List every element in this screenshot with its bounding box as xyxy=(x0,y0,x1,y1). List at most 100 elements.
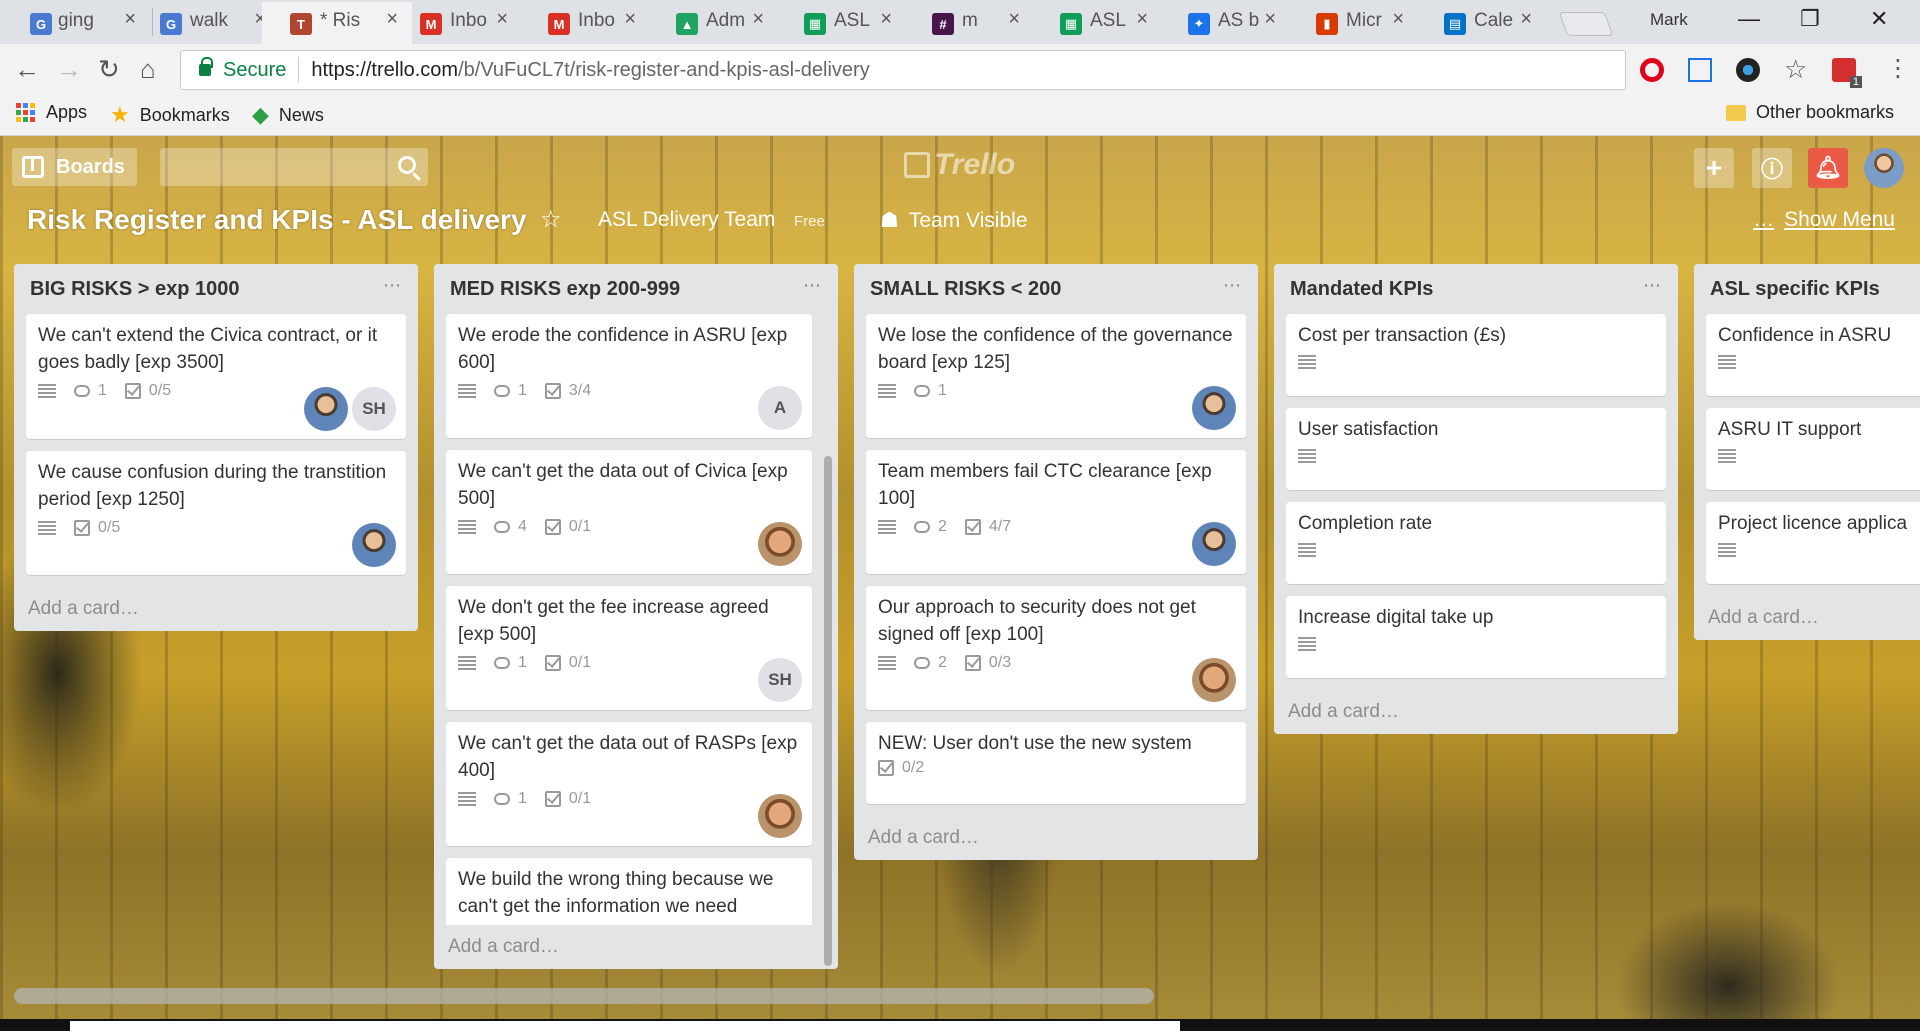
search-input[interactable] xyxy=(160,148,428,186)
show-menu-button[interactable]: … Show Menu xyxy=(1753,208,1895,232)
member-avatar[interactable] xyxy=(1192,386,1236,430)
close-tab-icon[interactable]: × xyxy=(386,8,398,31)
add-card-button[interactable]: Add a card… xyxy=(14,587,418,631)
member-avatar[interactable] xyxy=(1192,522,1236,566)
list-title[interactable]: SMALL RISKS < 200 xyxy=(870,278,1061,301)
close-tab-icon[interactable]: × xyxy=(496,8,508,31)
card[interactable]: ASRU IT support xyxy=(1706,408,1920,490)
card[interactable]: Confidence in ASRU xyxy=(1706,314,1920,396)
list-menu-icon[interactable]: ⋯ xyxy=(803,275,822,296)
list-header[interactable]: SMALL RISKS < 200 ⋯ xyxy=(854,264,1258,314)
profile-name[interactable]: Mark xyxy=(1650,10,1688,30)
opera-extension-icon[interactable] xyxy=(1640,58,1664,82)
boards-button[interactable]: Boards xyxy=(12,148,137,186)
member-avatar[interactable] xyxy=(758,522,802,566)
restore-icon[interactable]: ❐ xyxy=(1800,6,1820,32)
board-title[interactable]: Risk Register and KPIs - ASL delivery xyxy=(27,204,527,236)
chrome-menu-icon[interactable]: ⋮ xyxy=(1886,54,1910,82)
browser-tab[interactable]: ▲ Adm × xyxy=(648,2,778,44)
add-card-button[interactable]: Add a card… xyxy=(1274,690,1678,734)
browser-tab[interactable]: # m × xyxy=(904,2,1034,44)
new-tab-button[interactable] xyxy=(1558,12,1614,36)
user-avatar[interactable] xyxy=(1864,148,1904,188)
calendar-extension-icon[interactable]: 1 xyxy=(1832,58,1862,88)
close-tab-icon[interactable]: × xyxy=(1136,8,1148,31)
url-text[interactable]: https://trello.com/b/VuFuCL7t/risk-regis… xyxy=(311,59,869,82)
news-bookmark[interactable]: ◆ News xyxy=(252,102,324,128)
team-name[interactable]: ASL Delivery Team xyxy=(598,208,775,232)
close-tab-icon[interactable]: × xyxy=(752,8,764,31)
star-board-icon[interactable]: ☆ xyxy=(540,205,562,234)
card[interactable]: We cause confusion during the transtitio… xyxy=(26,451,406,575)
reload-icon[interactable]: ↻ xyxy=(98,54,120,85)
add-button[interactable]: + xyxy=(1694,148,1734,188)
list-title[interactable]: Mandated KPIs xyxy=(1290,278,1433,301)
card[interactable]: We build the wrong thing because we can'… xyxy=(446,858,812,925)
member-avatar[interactable] xyxy=(1192,658,1236,702)
list-menu-icon[interactable]: ⋯ xyxy=(383,275,402,296)
member-avatar[interactable] xyxy=(304,387,348,431)
add-card-button[interactable]: Add a card… xyxy=(854,816,1258,860)
list-header[interactable]: BIG RISKS > exp 1000 ⋯ xyxy=(14,264,418,314)
add-card-button[interactable]: Add a card… xyxy=(434,925,838,969)
visibility-button[interactable]: ☗ Team Visible xyxy=(880,208,1028,233)
camera-extension-icon[interactable] xyxy=(1736,58,1760,82)
list-menu-icon[interactable]: ⋯ xyxy=(1643,275,1662,296)
card[interactable]: Our approach to security does not get si… xyxy=(866,586,1246,710)
screen-capture-extension-icon[interactable] xyxy=(1688,58,1712,82)
member-avatar[interactable] xyxy=(758,794,802,838)
minimize-icon[interactable]: — xyxy=(1738,6,1760,32)
browser-tab[interactable]: G ging × xyxy=(0,2,150,44)
browser-tab[interactable]: ▤ Cale × xyxy=(1416,2,1546,44)
browser-tab[interactable]: M Inbo × xyxy=(520,2,650,44)
list-title[interactable]: BIG RISKS > exp 1000 xyxy=(30,278,240,301)
list-header[interactable]: MED RISKS exp 200-999 ⋯ xyxy=(434,264,838,314)
apps-bookmark[interactable]: Apps xyxy=(16,102,87,123)
browser-tab[interactable]: ▦ ASL × xyxy=(776,2,906,44)
browser-tab[interactable]: ✦ AS b × xyxy=(1160,2,1290,44)
card[interactable]: Completion rate xyxy=(1286,502,1666,584)
close-tab-icon[interactable]: × xyxy=(1520,8,1532,31)
add-card-button[interactable]: Add a card… xyxy=(1694,596,1920,640)
card[interactable]: Cost per transaction (£s) xyxy=(1286,314,1666,396)
trello-logo[interactable]: Trello xyxy=(904,148,1015,182)
back-arrow-icon[interactable]: ← xyxy=(14,54,40,85)
card[interactable]: User satisfaction xyxy=(1286,408,1666,490)
card[interactable]: Increase digital take up xyxy=(1286,596,1666,678)
list-menu-icon[interactable]: ⋯ xyxy=(1223,275,1242,296)
browser-tab[interactable]: ▦ ASL × xyxy=(1032,2,1162,44)
info-icon[interactable]: ⓘ xyxy=(1752,148,1792,188)
board-horizontal-scrollbar[interactable] xyxy=(14,988,1154,1004)
card[interactable]: We lose the confidence of the governance… xyxy=(866,314,1246,438)
card[interactable]: NEW: User don't use the new system 0/2 xyxy=(866,722,1246,804)
notification-bell-icon[interactable]: 🔔︎ xyxy=(1808,148,1848,188)
member-avatar[interactable] xyxy=(352,523,396,567)
close-window-icon[interactable]: ✕ xyxy=(1870,6,1888,32)
close-tab-icon[interactable]: × xyxy=(1392,8,1404,31)
bookmark-star-icon[interactable]: ☆ xyxy=(1784,54,1808,84)
member-initials[interactable]: A xyxy=(758,386,802,430)
search-icon[interactable] xyxy=(398,156,416,174)
browser-tab-active[interactable]: T * Ris × xyxy=(262,2,412,44)
forward-arrow-icon[interactable]: → xyxy=(56,54,82,85)
card[interactable]: We can't get the data out of RASPs [exp … xyxy=(446,722,812,846)
close-tab-icon[interactable]: × xyxy=(624,8,636,31)
browser-tab[interactable]: G walk × xyxy=(132,2,280,44)
card[interactable]: Project licence applica xyxy=(1706,502,1920,584)
list-header[interactable]: ASL specific KPIs xyxy=(1694,264,1920,314)
member-initials[interactable]: SH xyxy=(758,658,802,702)
card[interactable]: We erode the confidence in ASRU [exp 600… xyxy=(446,314,812,438)
list-title[interactable]: ASL specific KPIs xyxy=(1710,278,1880,301)
list-scrollbar[interactable] xyxy=(824,456,832,966)
home-icon[interactable]: ⌂ xyxy=(140,54,156,85)
list-title[interactable]: MED RISKS exp 200-999 xyxy=(450,278,680,301)
member-initials[interactable]: SH xyxy=(352,387,396,431)
address-bar[interactable]: Secure https://trello.com/b/VuFuCL7t/ris… xyxy=(180,50,1626,90)
close-tab-icon[interactable]: × xyxy=(1264,8,1276,31)
close-tab-icon[interactable]: × xyxy=(1008,8,1020,31)
close-tab-icon[interactable]: × xyxy=(880,8,892,31)
bookmarks-folder[interactable]: ★ Bookmarks xyxy=(110,102,230,128)
browser-tab[interactable]: ▮ Micr × xyxy=(1288,2,1418,44)
card[interactable]: We can't extend the Civica contract, or … xyxy=(26,314,406,439)
list-header[interactable]: Mandated KPIs ⋯ xyxy=(1274,264,1678,314)
